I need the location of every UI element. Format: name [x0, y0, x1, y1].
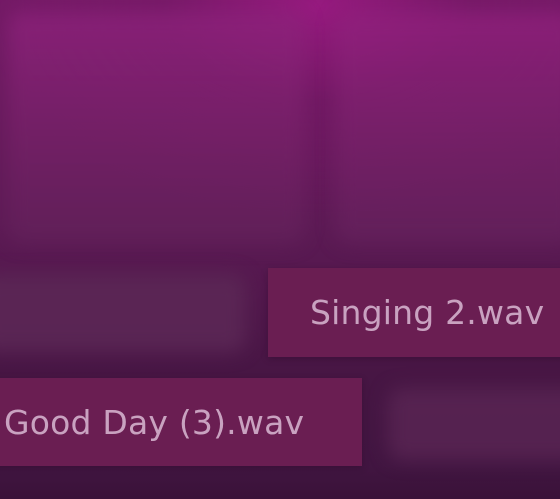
blurred-thumbnail-top-left [8, 12, 304, 244]
file-item-singing[interactable]: Singing 2.wav [268, 268, 560, 357]
blurred-thumbnail-top-right [336, 12, 560, 244]
file-name-label: Singing 2.wav [310, 293, 545, 332]
blurred-thumbnail-bottom-right [388, 388, 560, 460]
bottom-shade [0, 466, 560, 499]
file-item-good-day[interactable]: Good Day (3).wav [0, 378, 362, 466]
file-name-label: Good Day (3).wav [4, 402, 305, 442]
blurred-thumbnail-middle-left [0, 274, 246, 352]
